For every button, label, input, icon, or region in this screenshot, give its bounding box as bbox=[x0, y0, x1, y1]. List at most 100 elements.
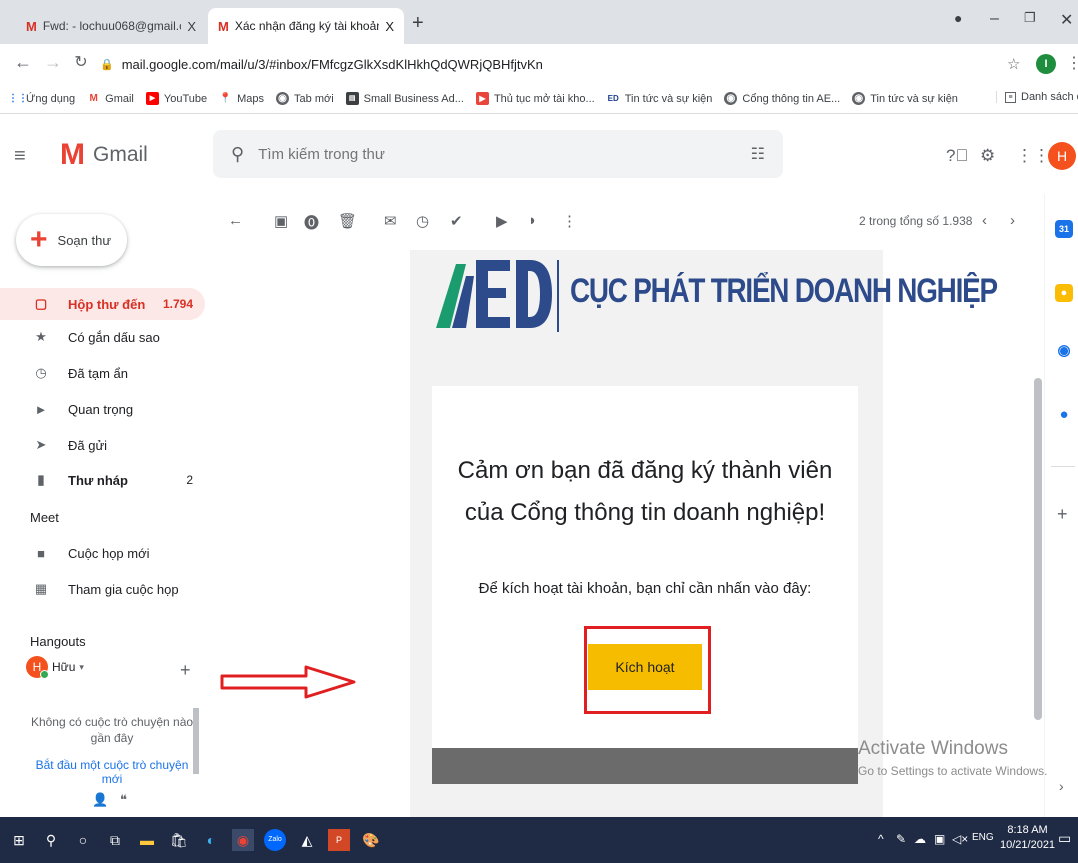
windows-taskbar: ⊞ ⚲ ○ ⧉ ▬ 🛍 ◐ ◉ Zalo ◭ P 🎨 ^ ✎ ☁ ▣ ◁× EN… bbox=[0, 817, 1078, 863]
bookmark-apps[interactable]: ⋮⋮ Ứng dụng bbox=[8, 92, 75, 105]
bookmark-gmail[interactable]: M Gmail bbox=[87, 92, 133, 105]
bookmark-tin-tuc-aed[interactable]: ED Tin tức và sự kiện bbox=[607, 92, 713, 105]
back-arrow-icon[interactable]: ← bbox=[8, 52, 38, 73]
back-to-inbox-icon[interactable]: ← bbox=[228, 212, 243, 229]
search-options-icon[interactable]: ☷ bbox=[751, 144, 765, 164]
sidebar-item-drafts[interactable]: ▮ Thư nháp 2 bbox=[0, 464, 205, 496]
collapse-panel-icon[interactable]: › bbox=[1059, 778, 1064, 794]
bookmark-tin-tuc[interactable]: ◉ Tin tức và sự kiện bbox=[852, 92, 958, 105]
help-icon[interactable]: ?⃝ bbox=[946, 146, 968, 166]
meet-section-title: Meet bbox=[30, 510, 59, 525]
reading-list-icon: ≡ bbox=[1005, 91, 1016, 103]
newer-chevron-icon[interactable]: ‹ bbox=[982, 212, 987, 229]
browser-tab-active[interactable]: M Xác nhận đăng ký tài khoản - loc X bbox=[208, 8, 404, 44]
settings-gear-icon[interactable]: ⚙ bbox=[980, 146, 995, 166]
report-spam-icon[interactable]: ⓿ bbox=[304, 212, 319, 233]
activation-instruction: Để kích hoạt tài khoản, bạn chỉ cần nhấn… bbox=[478, 580, 812, 597]
sidebar-item-important[interactable]: ► Quan trọng bbox=[0, 393, 205, 425]
browser-menu-icon[interactable]: ⋮ bbox=[1066, 53, 1078, 73]
meet-join-meeting[interactable]: ▦ Tham gia cuộc họp bbox=[0, 573, 205, 605]
bookmark-cong-thong-tin[interactable]: ◉ Cổng thông tin AE... bbox=[724, 92, 840, 105]
bookmark-youtube[interactable]: ▶ YouTube bbox=[145, 92, 207, 105]
browser-tab-fwd[interactable]: M Fwd: - lochuu068@gmail.com - G X bbox=[16, 8, 206, 44]
message-scrollbar[interactable] bbox=[1034, 378, 1042, 720]
archive-icon[interactable]: ▣ bbox=[274, 212, 288, 230]
add-task-icon[interactable]: ✔ bbox=[450, 212, 463, 230]
onedrive-icon[interactable]: ☁ bbox=[914, 832, 926, 846]
message-view: CỤC PHÁT TRIỂN DOANH NGHIỆP Cảm ơn bạn đ… bbox=[212, 250, 1040, 817]
taskbar-search-icon[interactable]: ⚲ bbox=[40, 829, 62, 851]
move-to-icon[interactable]: ▶ bbox=[496, 212, 508, 230]
photos-icon[interactable]: ◭ bbox=[296, 829, 318, 851]
minimize-icon[interactable]: – bbox=[990, 10, 999, 28]
bookmark-maps[interactable]: 📍 Maps bbox=[219, 92, 264, 105]
language-indicator[interactable]: ENG bbox=[972, 832, 994, 843]
reading-list[interactable]: ≡ Danh sách đọc bbox=[996, 91, 1078, 103]
delete-icon[interactable]: 🗑 bbox=[338, 212, 357, 230]
restore-icon[interactable]: ❐ bbox=[1024, 10, 1036, 26]
meet-new-meeting[interactable]: ■ Cuộc họp mới bbox=[0, 537, 205, 569]
powerpoint-icon[interactable]: P bbox=[328, 829, 350, 851]
hangouts-quote-icon[interactable]: ❝ bbox=[120, 792, 127, 808]
address-bar[interactable]: 🔒 mail.google.com/mail/u/3/#inbox/FMfcgz… bbox=[100, 50, 1000, 78]
sidebar-item-starred[interactable]: ★ Có gắn dấu sao bbox=[0, 321, 205, 353]
snooze-icon[interactable]: ◷ bbox=[416, 212, 429, 230]
tray-chevron-icon[interactable]: ^ bbox=[878, 832, 884, 846]
browser-profile-avatar[interactable]: I bbox=[1036, 54, 1056, 74]
store-icon[interactable]: 🛍 bbox=[168, 829, 190, 851]
bookmark-star-icon[interactable]: ☆ bbox=[1007, 55, 1020, 73]
system-clock[interactable]: 8:18 AM 10/21/2021 bbox=[1000, 823, 1055, 853]
tab-close-icon[interactable]: X bbox=[187, 19, 196, 34]
clock-icon: ◷ bbox=[35, 365, 47, 380]
hangouts-scrollbar[interactable] bbox=[193, 708, 199, 774]
chrome-icon[interactable]: ◉ bbox=[232, 829, 254, 851]
search-input[interactable] bbox=[258, 145, 719, 163]
edge-icon[interactable]: ◐ bbox=[200, 829, 222, 851]
volume-icon[interactable]: ◁× bbox=[952, 832, 968, 846]
keep-icon[interactable]: ● bbox=[1055, 284, 1073, 302]
cortana-icon[interactable]: ○ bbox=[72, 829, 94, 851]
paint-icon[interactable]: 🎨 bbox=[360, 829, 382, 851]
bookmark-small-business[interactable]: ▤ Small Business Ad... bbox=[345, 92, 464, 105]
forward-arrow-icon[interactable]: → bbox=[38, 52, 68, 73]
google-apps-icon[interactable]: ⋮⋮ bbox=[1016, 146, 1050, 166]
mark-unread-icon[interactable]: ✉ bbox=[384, 212, 397, 230]
calendar-icon[interactable]: 31 bbox=[1055, 220, 1073, 238]
star-icon: ★ bbox=[35, 329, 47, 344]
hangouts-user[interactable]: H Hữu ▾ bbox=[26, 656, 84, 679]
older-chevron-icon[interactable]: › bbox=[1010, 212, 1015, 229]
tab-search-icon[interactable]: ● bbox=[954, 10, 962, 26]
new-tab-button[interactable]: + bbox=[412, 12, 424, 35]
bookmark-thu-tuc[interactable]: ▶ Thủ tục mở tài kho... bbox=[475, 92, 595, 105]
label-icon[interactable]: ◗ bbox=[528, 212, 537, 229]
contacts-icon[interactable]: ● bbox=[1055, 406, 1073, 424]
tab-close-icon[interactable]: X bbox=[385, 19, 394, 34]
zalo-icon[interactable]: Zalo bbox=[264, 829, 286, 851]
compose-button[interactable]: + Soạn thư bbox=[16, 214, 127, 266]
sidebar-item-sent[interactable]: ➤ Đã gửi bbox=[0, 429, 205, 461]
windows-start-icon[interactable]: ⊞ bbox=[8, 829, 30, 851]
hangouts-add-icon[interactable]: + bbox=[180, 660, 191, 681]
tasks-icon[interactable]: ◉ bbox=[1055, 342, 1073, 360]
main-menu-icon[interactable]: ≡ bbox=[14, 145, 26, 168]
gmail-logo[interactable]: M Gmail bbox=[60, 140, 148, 170]
activate-button[interactable]: Kích hoạt bbox=[588, 644, 702, 690]
reload-icon[interactable]: ↻ bbox=[66, 52, 96, 72]
contacts-person-icon[interactable]: 👤 bbox=[92, 792, 108, 808]
search-icon[interactable]: ⚲ bbox=[231, 144, 244, 165]
hangouts-new-chat-link[interactable]: Bắt đầu một cuộc trò chuyện mới bbox=[28, 758, 196, 786]
account-avatar[interactable]: H bbox=[1048, 142, 1076, 170]
close-window-icon[interactable]: ✕ bbox=[1060, 10, 1073, 30]
more-options-icon[interactable]: ⋮ bbox=[562, 212, 577, 230]
file-explorer-icon[interactable]: ▬ bbox=[136, 829, 158, 851]
pen-icon[interactable]: ✎ bbox=[896, 832, 906, 846]
network-icon[interactable]: ▣ bbox=[934, 832, 945, 846]
sidebar-item-snoozed[interactable]: ◷ Đã tạm ẩn bbox=[0, 357, 205, 389]
url-text: mail.google.com/mail/u/3/#inbox/FMfcgzGl… bbox=[121, 56, 543, 72]
bookmark-new-tab[interactable]: ◉ Tab mới bbox=[276, 92, 334, 105]
task-view-icon[interactable]: ⧉ bbox=[104, 829, 126, 851]
notifications-icon[interactable]: ▭ bbox=[1058, 830, 1071, 847]
aed-logo: CỤC PHÁT TRIỂN DOANH NGHIỆP bbox=[436, 250, 998, 336]
get-addons-icon[interactable]: + bbox=[1057, 504, 1068, 525]
sidebar-item-inbox[interactable]: ▢ Hộp thư đến 1.794 bbox=[0, 288, 205, 320]
